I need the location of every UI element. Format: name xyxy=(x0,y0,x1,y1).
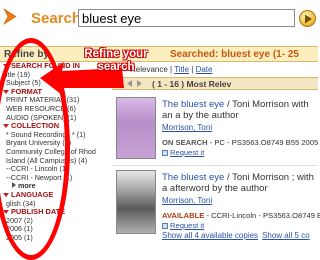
request-it[interactable]: Request it xyxy=(162,148,204,157)
show-all-copies: Show all 4 available copies Show all 5 co xyxy=(162,231,314,240)
annotation-callout: Refine your search xyxy=(84,48,148,73)
request-checkbox[interactable] xyxy=(162,150,168,156)
arrow-logo-icon xyxy=(3,8,17,25)
request-link[interactable]: Request it xyxy=(170,221,204,230)
book-cover-image[interactable] xyxy=(116,170,156,234)
record-holding: AVAILABLE - CCRI-Lincoln - PS3563.O8749 … xyxy=(162,211,320,220)
search-go-button[interactable] xyxy=(299,10,316,27)
status-badge: AVAILABLE xyxy=(162,211,205,220)
sort-title-link[interactable]: Title xyxy=(174,65,189,74)
next-page-icon[interactable] xyxy=(136,80,143,87)
call-number: - PC - PS3563.O8749 B55 2005 xyxy=(207,138,319,147)
record-title: The bluest eye / Toni Morrison with an a… xyxy=(162,99,318,121)
search-input[interactable] xyxy=(78,9,295,27)
record-title-link[interactable]: The bluest eye xyxy=(162,172,224,183)
sort-date-link[interactable]: Date xyxy=(196,65,213,74)
show-all-available-link[interactable]: Show all 4 available copies xyxy=(162,231,258,240)
record-title-link[interactable]: The bluest eye xyxy=(162,99,224,110)
request-link[interactable]: Request it xyxy=(170,148,204,157)
record-holding: ON SEARCH - PC - PS3563.O8749 B55 2005 xyxy=(162,138,318,147)
search-bar: Search: xyxy=(0,0,318,38)
searched-summary: Searched: bluest eye (1- 25 xyxy=(170,49,299,60)
record-title: The bluest eye / Toni Morrison ; with a … xyxy=(162,172,318,194)
pager-bar: ( 1 - 16 ) Most Relev xyxy=(112,77,318,90)
sort-separator: | xyxy=(191,65,194,74)
result-record: The bluest eye / Toni Morrison ; with a … xyxy=(112,169,320,255)
play-icon xyxy=(305,14,312,24)
request-checkbox[interactable] xyxy=(162,223,168,229)
call-number: - CCRI-Lincoln - PS3563.O8749 B5 xyxy=(204,211,320,220)
result-record: The bluest eye / Toni Morrison with an a… xyxy=(112,96,318,166)
status-badge: ON SEARCH xyxy=(162,138,208,147)
record-author-link[interactable]: Morrison, Toni xyxy=(162,196,212,205)
record-author-link[interactable]: Morrison, Toni xyxy=(162,123,212,132)
request-it[interactable]: Request it xyxy=(162,221,204,230)
pager-range: ( 1 - 16 ) Most Relev xyxy=(152,79,232,89)
show-all-copies-link[interactable]: Show all 5 co xyxy=(262,231,310,240)
results-area: Relevance | Title | Date ( 1 - 16 ) Most… xyxy=(112,62,320,255)
